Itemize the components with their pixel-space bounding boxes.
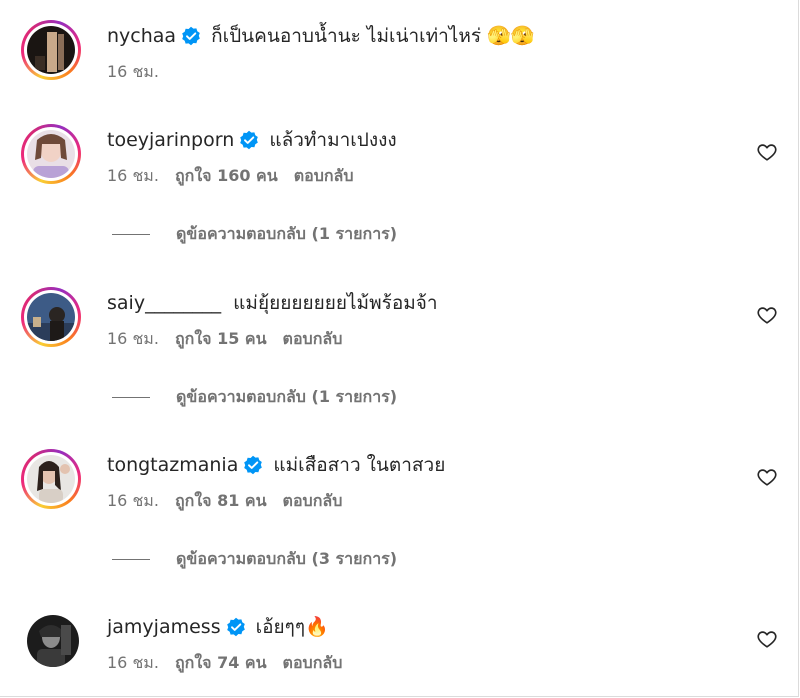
comment-time[interactable]: 16 ชม. [107,166,159,185]
verified-badge-icon [226,617,245,637]
avatar[interactable] [21,611,81,671]
comment-line: saiy________ แม่ยุ้ยยยยยยยไม้พร้อมจ้า [107,289,438,317]
like-heart-icon[interactable] [756,628,778,650]
view-replies-label: ดูข้อความตอบกลับ (1 รายการ) [176,224,398,243]
username-link[interactable]: tongtazmania [107,454,238,476]
avatar-image [27,130,75,178]
replies-divider [112,234,150,235]
comment-meta: 16 ชม. ถูกใจ 15 คน ตอบกลับ [107,327,358,352]
like-heart-icon[interactable] [756,466,778,488]
like-heart-icon[interactable] [756,304,778,326]
view-replies-button[interactable]: ดูข้อความตอบกลับ (1 รายการ) [112,222,397,247]
comment-line: nychaa ก็เป็นคนอาบน้ำนะ ไม่เน่าเท่าไหร่ … [107,22,534,50]
username-link[interactable]: saiy________ [107,292,221,314]
verified-badge-icon [244,455,263,475]
like-heart-icon[interactable] [756,141,778,163]
username-link[interactable]: toeyjarinporn [107,129,234,151]
comment-item: toeyjarinporn แล้วทำมาเปงงง 16 ชม. ถูกใจ … [0,124,800,274]
comment-text: ก็เป็นคนอาบน้ำนะ ไม่เน่าเท่าไหร่ 🫣🫣 [211,25,535,47]
comment-item: jamyjamess เอ้ยๆๆ🔥 16 ชม. ถูกใจ 74 คน ตอบก… [0,611,800,691]
reply-button[interactable]: ตอบกลับ [283,653,343,672]
avatar-image [27,615,79,667]
avatar[interactable] [21,287,81,347]
view-replies-label: ดูข้อความตอบกลับ (3 รายการ) [176,549,398,568]
view-replies-button[interactable]: ดูข้อความตอบกลับ (3 รายการ) [112,547,397,572]
view-replies-button[interactable]: ดูข้อความตอบกลับ (1 รายการ) [112,385,397,410]
comment-line: jamyjamess เอ้ยๆๆ🔥 [107,613,329,641]
username-link[interactable]: jamyjamess [107,616,221,638]
comment-meta: 16 ชม. [107,60,175,85]
likes-count[interactable]: ถูกใจ 74 คน [175,653,267,672]
likes-count[interactable]: ถูกใจ 160 คน [175,166,278,185]
reply-button[interactable]: ตอบกลับ [294,166,354,185]
comment-line: tongtazmania แม่เสือสาว ในตาสวย [107,451,445,479]
reply-button[interactable]: ตอบกลับ [283,329,343,348]
avatar-image [27,26,75,74]
comment-meta: 16 ชม. ถูกใจ 160 คน ตอบกลับ [107,164,370,189]
comments-panel: nychaa ก็เป็นคนอาบน้ำนะ ไม่เน่าเท่าไหร่ … [0,0,799,697]
comment-line: toeyjarinporn แล้วทำมาเปงงง [107,126,397,154]
likes-count[interactable]: ถูกใจ 81 คน [175,491,267,510]
username-link[interactable]: nychaa [107,25,176,47]
replies-divider [112,559,150,560]
comment-meta: 16 ชม. ถูกใจ 74 คน ตอบกลับ [107,651,358,676]
comment-text: แล้วทำมาเปงงง [269,129,397,151]
replies-divider [112,397,150,398]
comment-meta: 16 ชม. ถูกใจ 81 คน ตอบกลับ [107,489,358,514]
view-replies-label: ดูข้อความตอบกลับ (1 รายการ) [176,387,398,406]
verified-badge-icon [182,26,200,46]
likes-count[interactable]: ถูกใจ 15 คน [175,329,267,348]
verified-badge-icon [240,130,259,150]
reply-button[interactable]: ตอบกลับ [283,491,343,510]
comment-text: แม่เสือสาว ในตาสวย [273,454,446,476]
avatar[interactable] [21,124,81,184]
comment-item: saiy________ แม่ยุ้ยยยยยยยไม้พร้อมจ้า 16… [0,287,800,437]
comment-time[interactable]: 16 ชม. [107,653,159,672]
comment-time[interactable]: 16 ชม. [107,62,159,81]
comment-text: แม่ยุ้ยยยยยยยไม้พร้อมจ้า [233,292,438,314]
comment-time[interactable]: 16 ชม. [107,329,159,348]
comment-text: เอ้ยๆๆ🔥 [255,616,329,638]
avatar[interactable] [21,20,81,80]
avatar-image [27,455,75,503]
avatar-image [27,293,75,341]
avatar[interactable] [21,449,81,509]
comment-item: tongtazmania แม่เสือสาว ในตาสวย 16 ชม. ถู… [0,449,800,599]
comment-time[interactable]: 16 ชม. [107,491,159,510]
